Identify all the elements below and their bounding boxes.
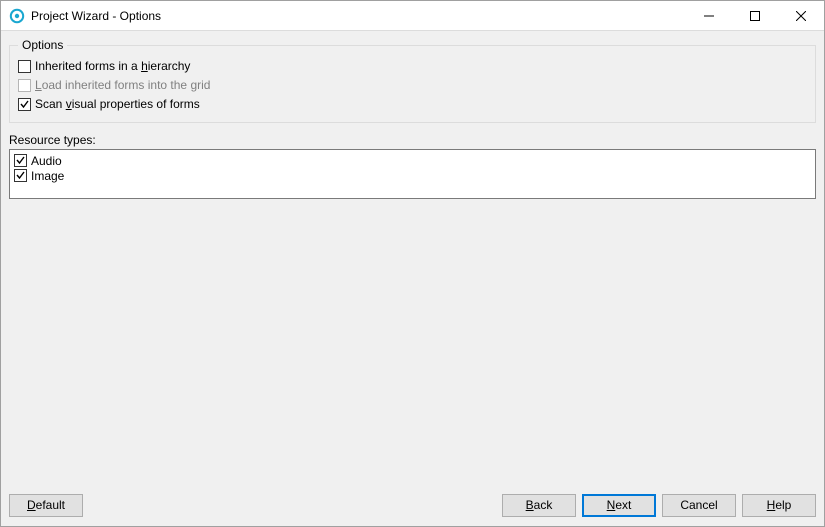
- resource-type-label: Image: [31, 169, 64, 183]
- scan-visual-row[interactable]: Scan visual properties of forms: [18, 95, 807, 113]
- scan-visual-label: Scan visual properties of forms: [35, 97, 200, 111]
- resource-type-checkbox[interactable]: [14, 154, 27, 167]
- resource-type-item[interactable]: Audio: [14, 153, 811, 168]
- options-legend: Options: [18, 38, 67, 52]
- close-button[interactable]: [778, 1, 824, 30]
- inherited-forms-checkbox[interactable]: [18, 60, 31, 73]
- resource-type-item[interactable]: Image: [14, 168, 811, 183]
- help-button[interactable]: Help: [742, 494, 816, 517]
- client-area: Options Inherited forms in a hierarchy L…: [1, 31, 824, 492]
- window-controls: [686, 1, 824, 30]
- resource-type-checkbox[interactable]: [14, 169, 27, 182]
- inherited-forms-label: Inherited forms in a hierarchy: [35, 59, 190, 73]
- resource-types-label: Resource types:: [9, 133, 816, 147]
- maximize-button[interactable]: [732, 1, 778, 30]
- titlebar: Project Wizard - Options: [1, 1, 824, 31]
- inherited-forms-row[interactable]: Inherited forms in a hierarchy: [18, 57, 807, 75]
- back-button[interactable]: Back: [502, 494, 576, 517]
- window-frame: Project Wizard - Options Options Inherit…: [0, 0, 825, 527]
- footer: Default Back Next Cancel Help: [1, 492, 824, 526]
- app-icon: [9, 8, 25, 24]
- load-inherited-checkbox: [18, 79, 31, 92]
- scan-visual-checkbox[interactable]: [18, 98, 31, 111]
- resource-type-label: Audio: [31, 154, 62, 168]
- window-title: Project Wizard - Options: [31, 9, 161, 23]
- cancel-button[interactable]: Cancel: [662, 494, 736, 517]
- default-button[interactable]: Default: [9, 494, 83, 517]
- next-button[interactable]: Next: [582, 494, 656, 517]
- options-groupbox: Options Inherited forms in a hierarchy L…: [9, 45, 816, 123]
- load-inherited-label: Load inherited forms into the grid: [35, 78, 210, 92]
- load-inherited-row: Load inherited forms into the grid: [18, 76, 807, 94]
- resource-types-listbox[interactable]: Audio Image: [9, 149, 816, 199]
- minimize-button[interactable]: [686, 1, 732, 30]
